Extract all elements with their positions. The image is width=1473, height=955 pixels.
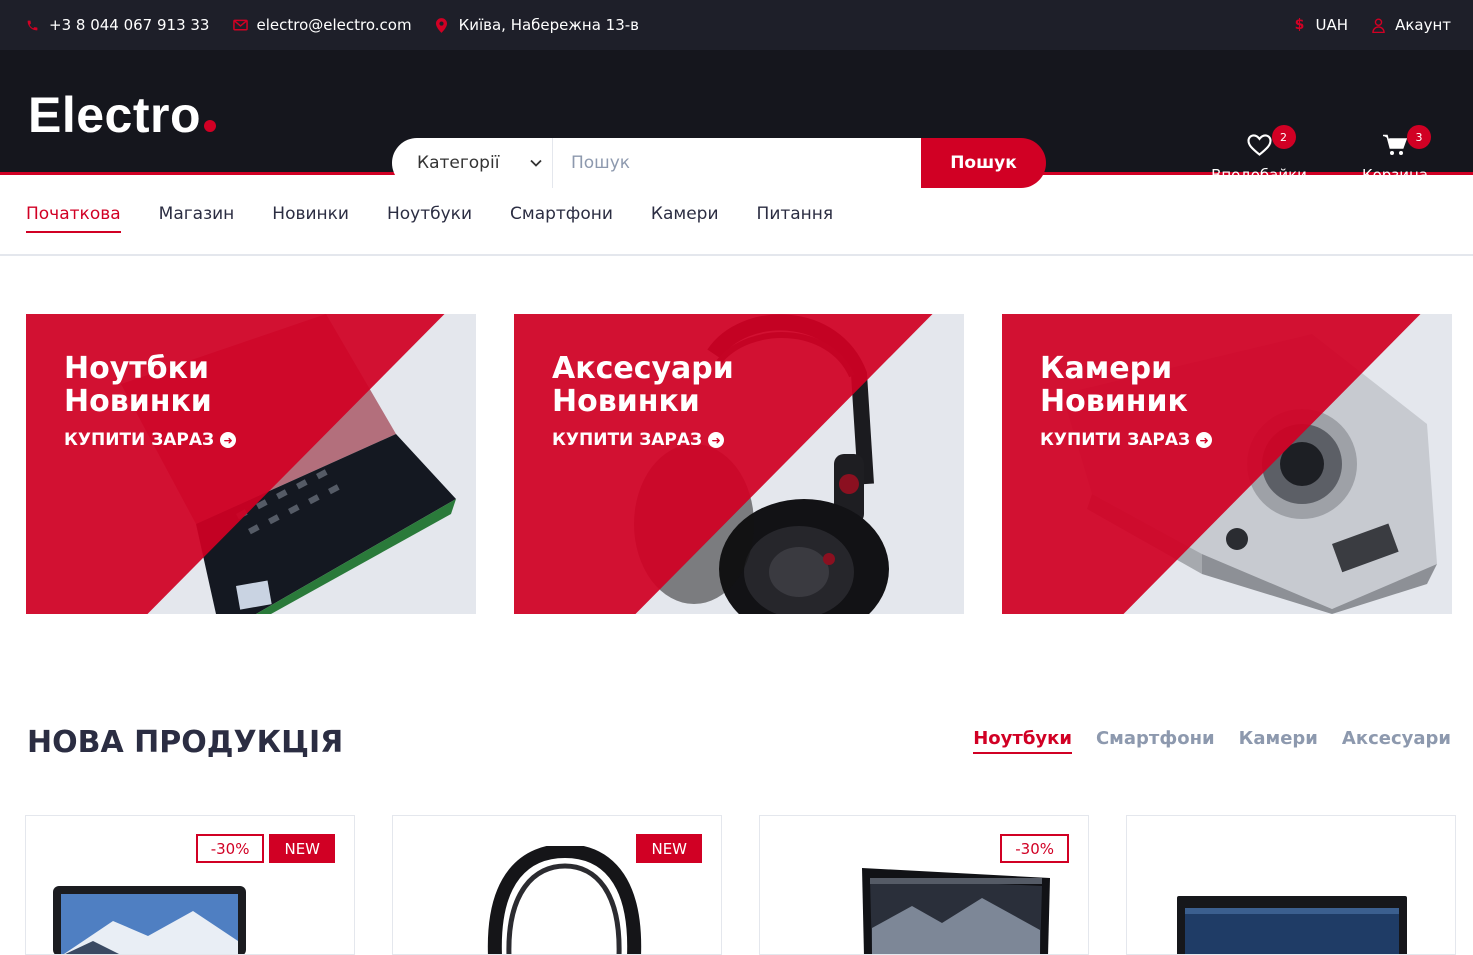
search-input[interactable] <box>553 138 921 188</box>
promo-text: Аксесуари Новинки КУПИТИ ЗАРАЗ ➜ <box>552 352 734 450</box>
product-labels: -30% NEW <box>195 834 335 863</box>
phone-icon <box>26 19 40 32</box>
wishlist-label: Вподобайки <box>1211 166 1307 184</box>
currency-text: UAH <box>1315 16 1349 34</box>
map-marker-icon <box>435 17 450 33</box>
promo-title-line1: Ноутбки <box>64 351 209 386</box>
cart-link[interactable]: 3 Корзина <box>1358 125 1432 184</box>
account-group: $ UAH Акаунт <box>1293 16 1451 34</box>
nav-item-cameras[interactable]: Камери <box>651 204 719 226</box>
phone-text: +3 8 044 067 913 33 <box>49 16 210 34</box>
promo-card-cameras[interactable]: Камери Новиник КУПИТИ ЗАРАЗ ➜ <box>1002 314 1452 614</box>
promo-banners: Ноутбки Новинки КУПИТИ ЗАРАЗ ➜ Аксесуари Но… <box>26 314 1452 614</box>
promo-title: Аксесуари Новинки <box>552 352 734 418</box>
nav-item-home[interactable]: Початкова <box>26 204 121 233</box>
logo-text: Electro <box>28 87 202 143</box>
promo-title-line1: Камери <box>1040 351 1173 386</box>
promo-title: Камери Новиник <box>1040 352 1212 418</box>
address-link[interactable]: Київа, Набережна 13-в <box>435 16 640 34</box>
promo-title-line1: Аксесуари <box>552 351 734 386</box>
promo-cta-link[interactable]: КУПИТИ ЗАРАЗ ➜ <box>64 430 237 450</box>
product-image-laptop <box>1177 896 1407 954</box>
category-select[interactable]: Категорії <box>392 138 553 188</box>
contact-group: +3 8 044 067 913 33 electro@electro.com … <box>26 16 639 34</box>
tab-accessories[interactable]: Аксесуари <box>1342 728 1451 749</box>
phone-link[interactable]: +3 8 044 067 913 33 <box>26 16 209 34</box>
shopping-cart-icon <box>1383 134 1408 160</box>
user-icon <box>1372 17 1386 33</box>
email-text: electro@electro.com <box>256 16 412 34</box>
tab-cameras[interactable]: Камери <box>1239 728 1318 749</box>
section-title: НОВА ПРОДУКЦІЯ <box>27 725 344 760</box>
product-labels: -30% <box>1000 834 1069 863</box>
wishlist-icon-wrap: 2 <box>1246 125 1296 160</box>
promo-cta-link[interactable]: КУПИТИ ЗАРАЗ ➜ <box>552 430 734 450</box>
tab-laptops[interactable]: Ноутбуки <box>973 728 1072 754</box>
arrow-circle-right-icon: ➜ <box>220 432 237 448</box>
promo-title-line2: Новиник <box>1040 384 1188 419</box>
tab-smartphones[interactable]: Смартфони <box>1096 728 1215 749</box>
cart-icon-wrap: 3 <box>1383 125 1431 160</box>
category-select-label: Категорії <box>417 153 500 173</box>
product-card[interactable] <box>1126 815 1456 955</box>
sale-label: -30% <box>1000 834 1069 863</box>
nav-item-new[interactable]: Новинки <box>272 204 349 226</box>
promo-title-line2: Новинки <box>64 384 212 419</box>
heart-icon <box>1246 134 1272 160</box>
promo-title-line2: Новинки <box>552 384 700 419</box>
search-button[interactable]: Пошук <box>921 138 1046 188</box>
account-link[interactable]: Акаунт <box>1372 16 1451 34</box>
product-image-laptop <box>862 868 1050 954</box>
promo-card-laptops[interactable]: Ноутбки Новинки КУПИТИ ЗАРАЗ ➜ <box>26 314 476 614</box>
promo-card-accessories[interactable]: Аксесуари Новинки КУПИТИ ЗАРАЗ ➜ <box>514 314 964 614</box>
promo-cta-text: КУПИТИ ЗАРАЗ <box>552 430 703 450</box>
arrow-circle-right-icon: ➜ <box>1196 432 1213 448</box>
new-label: NEW <box>269 834 335 863</box>
product-card[interactable]: NEW <box>392 815 722 955</box>
cart-label: Корзина <box>1361 166 1429 184</box>
currency-link[interactable]: $ UAH <box>1293 16 1349 34</box>
nav-item-faq[interactable]: Питання <box>757 204 834 226</box>
account-text: Акаунт <box>1395 16 1451 34</box>
promo-cta-text: КУПИТИ ЗАРАЗ <box>64 430 215 450</box>
chevron-down-icon <box>530 156 542 170</box>
main-header: Electro Категорії Пошук 2 Вподобайки 3 К… <box>0 50 1473 188</box>
product-category-tabs: Ноутбуки Смартфони Камери Аксесуари <box>973 728 1451 754</box>
nav-item-smartphones[interactable]: Смартфони <box>510 204 613 226</box>
product-card[interactable]: -30% NEW <box>25 815 355 955</box>
site-logo[interactable]: Electro <box>28 87 217 143</box>
email-link[interactable]: electro@electro.com <box>233 16 412 34</box>
address-text: Київа, Набережна 13-в <box>458 16 640 34</box>
logo-dot <box>204 120 217 132</box>
promo-cta-link[interactable]: КУПИТИ ЗАРАЗ ➜ <box>1040 430 1213 450</box>
cart-count-badge: 3 <box>1407 125 1431 149</box>
promo-cta-text: КУПИТИ ЗАРАЗ <box>1040 430 1191 450</box>
envelope-icon <box>233 19 249 31</box>
wishlist-count-badge: 2 <box>1271 125 1296 149</box>
search-form: Категорії Пошук <box>392 138 1046 188</box>
new-label: NEW <box>636 834 702 863</box>
top-bar: +3 8 044 067 913 33 electro@electro.com … <box>0 0 1473 50</box>
promo-text: Ноутбки Новинки КУПИТИ ЗАРАЗ ➜ <box>64 352 237 450</box>
nav-item-laptops[interactable]: Ноутбуки <box>387 204 472 226</box>
product-labels: NEW <box>636 834 702 863</box>
wishlist-link[interactable]: 2 Вподобайки <box>1208 125 1310 184</box>
product-grid: -30% NEW NEW -30% <box>25 815 1456 955</box>
nav-item-shop[interactable]: Магазин <box>159 204 235 226</box>
sale-label: -30% <box>195 834 265 863</box>
dollar-icon: $ <box>1294 17 1305 33</box>
promo-text: Камери Новиник КУПИТИ ЗАРАЗ ➜ <box>1040 352 1213 450</box>
product-card[interactable]: -30% <box>759 815 1089 955</box>
promo-title: Ноутбки Новинки <box>64 352 236 418</box>
arrow-circle-right-icon: ➜ <box>708 432 725 448</box>
product-image-headphones <box>487 846 642 954</box>
